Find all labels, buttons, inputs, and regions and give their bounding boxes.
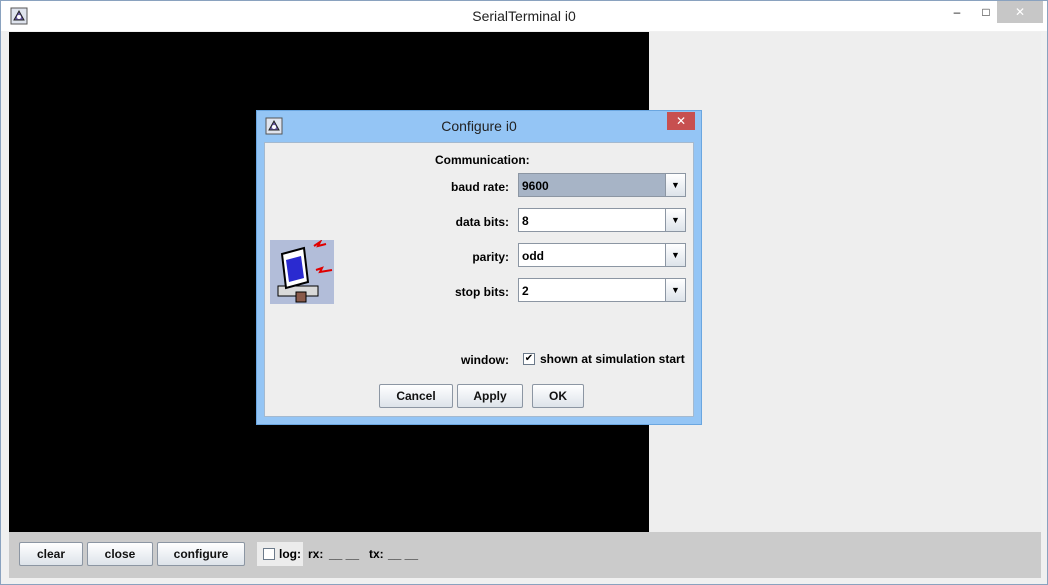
dialog-close-button[interactable]: ✕ — [667, 112, 695, 130]
baud-rate-value: 9600 — [522, 179, 549, 193]
ok-button[interactable]: OK — [532, 384, 584, 408]
log-label: log: — [279, 547, 301, 561]
rx-value: __ __ — [329, 547, 360, 561]
dialog-content: Communication: baud rate: 9600 ▼ data bi… — [264, 142, 694, 417]
stop-bits-select[interactable]: 2 ▼ — [518, 278, 686, 302]
baud-rate-label: baud rate: — [450, 180, 509, 194]
chevron-down-icon[interactable]: ▼ — [665, 209, 685, 231]
close-button[interactable]: close — [87, 542, 153, 566]
close-window-button[interactable]: ✕ — [997, 1, 1043, 23]
window-title: SerialTerminal i0 — [472, 8, 576, 24]
tx-label: tx: — [369, 547, 384, 561]
log-toggle[interactable]: log: — [257, 542, 303, 566]
chevron-down-icon[interactable]: ▼ — [665, 279, 685, 301]
apply-button[interactable]: Apply — [457, 384, 523, 408]
serial-terminal-device-icon — [270, 240, 334, 304]
data-bits-select[interactable]: 8 ▼ — [518, 208, 686, 232]
configure-dialog: Configure i0 ✕ Communication: baud rate:… — [256, 110, 702, 425]
chevron-down-icon[interactable]: ▼ — [665, 244, 685, 266]
chevron-down-icon[interactable]: ▼ — [665, 174, 685, 196]
clear-button[interactable]: clear — [19, 542, 83, 566]
configure-button[interactable]: configure — [157, 542, 245, 566]
parity-label: parity: — [472, 250, 509, 264]
title-bar[interactable]: SerialTerminal i0 – □ ✕ — [1, 1, 1047, 31]
stop-bits-value: 2 — [522, 284, 529, 298]
parity-value: odd — [522, 249, 544, 263]
cancel-button[interactable]: Cancel — [379, 384, 453, 408]
maximize-button[interactable]: □ — [975, 1, 997, 23]
parity-select[interactable]: odd ▼ — [518, 243, 686, 267]
rx-label: rx: — [308, 547, 324, 561]
stop-bits-label: stop bits: — [455, 285, 509, 299]
baud-rate-select[interactable]: 9600 ▼ — [518, 173, 686, 197]
dialog-title: Configure i0 — [441, 118, 517, 134]
side-panel — [649, 32, 1041, 532]
shown-at-start-checkbox[interactable]: ✔ — [523, 353, 535, 365]
tx-value: __ __ — [388, 547, 419, 561]
log-checkbox[interactable] — [263, 548, 275, 560]
data-bits-label: data bits: — [455, 215, 509, 229]
data-bits-value: 8 — [522, 214, 529, 228]
communication-heading: Communication: — [435, 153, 530, 167]
bottom-toolbar: clear close configure log: rx: __ __ tx:… — [9, 532, 1041, 578]
shown-at-start-label[interactable]: shown at simulation start — [540, 352, 685, 366]
minimize-button[interactable]: – — [939, 1, 975, 23]
window-label: window: — [461, 353, 509, 367]
